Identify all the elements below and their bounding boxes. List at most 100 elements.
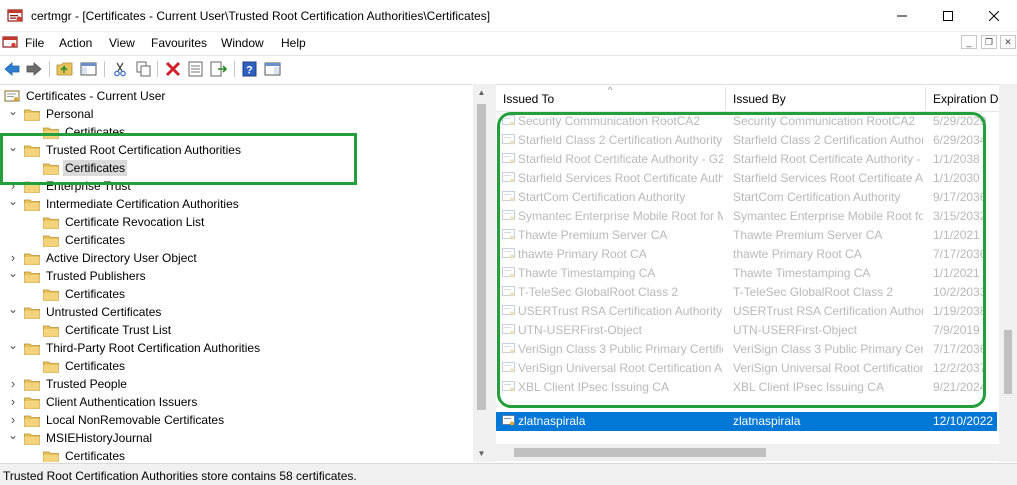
list-horizontal-scrollbar[interactable]	[496, 444, 999, 461]
tree-item[interactable]: › Active Directory User Object	[11, 249, 199, 267]
status-text: Trusted Root Certification Authorities s…	[3, 469, 357, 483]
chevron-right-icon[interactable]: ›	[8, 395, 18, 408]
title-bar: certmgr - [Certificates - Current User\T…	[0, 0, 1017, 32]
tree-item[interactable]: ⌄ Intermediate Certification Authorities	[8, 195, 241, 213]
list-row[interactable]: Symantec Enterprise Mobile Root for Micr…	[496, 207, 997, 226]
close-button[interactable]	[971, 0, 1017, 32]
tree-item[interactable]: Certificate Trust List	[43, 321, 173, 339]
export-list-icon[interactable]	[210, 60, 228, 78]
folder-icon	[24, 433, 40, 445]
show-hide-tree-icon[interactable]	[80, 60, 98, 78]
certmgr-app-icon	[7, 9, 23, 22]
menu-window[interactable]: Window	[221, 36, 264, 50]
cell-issued-to: T-TeleSec GlobalRoot Class 2	[518, 285, 679, 299]
tree-item[interactable]: Certificates	[43, 357, 127, 375]
menu-file[interactable]: File	[25, 36, 44, 50]
tree-item[interactable]: ⌄ Personal	[8, 105, 95, 123]
tree-root-label: Certificates - Current User	[26, 89, 166, 103]
list-row[interactable]: XBL Client IPsec Issuing CA XBL Client IP…	[496, 378, 997, 397]
list-row[interactable]: Starfield Class 2 Certification Authorit…	[496, 131, 997, 150]
list-row[interactable]: Thawte Premium Server CA Thawte Premium S…	[496, 226, 997, 245]
properties-icon[interactable]	[187, 60, 205, 78]
cell-issued-to: XBL Client IPsec Issuing CA	[518, 380, 669, 394]
list-row[interactable]: UTN-USERFirst-Object UTN-USERFirst-Object…	[496, 321, 997, 340]
up-folder-icon[interactable]	[56, 60, 74, 78]
chevron-down-icon[interactable]: ⌄	[8, 141, 18, 155]
chevron-right-icon[interactable]: ›	[8, 179, 18, 192]
cut-icon[interactable]	[111, 60, 129, 78]
mdi-minimize-button[interactable]: _	[961, 35, 977, 49]
tree-item[interactable]: ⌄ Trusted Publishers	[8, 267, 148, 285]
cell-issued-to: Starfield Services Root Certificate Auth…	[518, 171, 723, 185]
chevron-down-icon[interactable]: ⌄	[8, 267, 18, 281]
mdi-restore-button[interactable]: ❐	[981, 35, 997, 49]
list-row[interactable]: StartCom Certification Authority StartCom…	[496, 188, 997, 207]
menu-help[interactable]: Help	[281, 36, 306, 50]
tree-item[interactable]: ⌄ Third-Party Root Certification Authorit…	[8, 339, 262, 357]
menu-favourites[interactable]: Favourites	[151, 36, 207, 50]
list-row[interactable]: VeriSign Class 3 Public Primary Certific…	[496, 340, 997, 359]
tree-root[interactable]: Certificates - Current User	[4, 87, 167, 105]
menu-view[interactable]: View	[109, 36, 135, 50]
list-row[interactable]: Starfield Root Certificate Authority - G…	[496, 150, 997, 169]
folder-icon	[43, 127, 59, 139]
cell-expiration: 1/1/2038	[933, 152, 980, 166]
menu-bar: File Action View Favourites Window Help	[0, 32, 1017, 53]
list-hscroll-thumb[interactable]	[514, 448, 766, 457]
tree-item[interactable]: ⌄ Untrusted Certificates	[8, 303, 163, 321]
tree-item[interactable]: Certificates	[43, 447, 127, 462]
list-row[interactable]: thawte Primary Root CA thawte Primary Roo…	[496, 245, 997, 264]
scroll-down-icon[interactable]: ▼	[473, 445, 490, 462]
chevron-right-icon[interactable]: ›	[8, 251, 18, 264]
delete-icon[interactable]	[164, 60, 182, 78]
list-row[interactable]: Security Communication RootCA2 Security C…	[496, 112, 997, 131]
tree-item[interactable]: Certificates	[43, 123, 127, 141]
tree-item[interactable]: ⌄ Trusted Root Certification Authorities	[8, 141, 243, 159]
back-arrow-icon[interactable]	[3, 60, 21, 78]
copy-icon[interactable]	[134, 60, 152, 78]
tree-item-label: Client Authentication Issuers	[46, 395, 198, 409]
chevron-down-icon[interactable]: ⌄	[8, 105, 18, 119]
cell-issued-to: StartCom Certification Authority	[518, 190, 686, 204]
list-row[interactable]: zlatnaspirala zlatnaspirala 12/10/2022	[496, 412, 997, 431]
tree-item[interactable]: Certificates	[43, 285, 127, 303]
list-vertical-scrollbar[interactable]	[999, 84, 1017, 462]
certificate-icon	[502, 267, 515, 278]
scroll-up-icon[interactable]: ▲	[473, 84, 490, 101]
tree-item[interactable]: › Local NonRemovable Certificates	[11, 411, 226, 429]
tree-item[interactable]: › Client Authentication Issuers	[11, 393, 199, 411]
list-row[interactable]: VeriSign Universal Root Certification Au…	[496, 359, 997, 378]
menu-action[interactable]: Action	[59, 36, 92, 50]
list-row[interactable]: T-TeleSec GlobalRoot Class 2 T-TeleSec Gl…	[496, 283, 997, 302]
mdi-close-button[interactable]: ✕	[1000, 35, 1016, 49]
tree-item[interactable]: Certificate Revocation List	[43, 213, 206, 231]
chevron-right-icon[interactable]: ›	[8, 377, 18, 390]
chevron-right-icon[interactable]: ›	[8, 413, 18, 426]
forward-arrow-icon[interactable]	[25, 60, 43, 78]
tree-item[interactable]: › Trusted People	[11, 375, 129, 393]
tree-item-label: MSIEHistoryJournal	[46, 431, 153, 445]
column-issued-by[interactable]: Issued By	[726, 87, 926, 112]
tree-item[interactable]: Certificates	[43, 159, 128, 177]
maximize-button[interactable]	[925, 0, 971, 32]
list-vscroll-thumb[interactable]	[1004, 330, 1012, 394]
cell-expiration: 1/1/2021	[933, 266, 980, 280]
help-icon[interactable]: ?	[241, 60, 259, 78]
chevron-down-icon[interactable]: ⌄	[8, 429, 18, 443]
tree-vertical-scrollbar[interactable]: ▲ ▼	[473, 84, 490, 462]
tree-item-label: Certificate Revocation List	[65, 215, 205, 229]
tree-item[interactable]: ⌄ MSIEHistoryJournal	[8, 429, 154, 447]
list-row[interactable]: Starfield Services Root Certificate Auth…	[496, 169, 997, 188]
chevron-down-icon[interactable]: ⌄	[8, 303, 18, 317]
certificate-icon	[502, 381, 515, 392]
tree-item[interactable]: Certificates	[43, 231, 127, 249]
action-pane-icon[interactable]	[264, 60, 282, 78]
list-row[interactable]: USERTrust RSA Certification Authority USE…	[496, 302, 997, 321]
console-menu-icon[interactable]	[2, 34, 18, 50]
list-row[interactable]: Thawte Timestamping CA Thawte Timestampin…	[496, 264, 997, 283]
tree-scroll-thumb[interactable]	[477, 104, 486, 410]
chevron-down-icon[interactable]: ⌄	[8, 195, 18, 209]
chevron-down-icon[interactable]: ⌄	[8, 339, 18, 353]
minimize-button[interactable]	[879, 0, 925, 32]
tree-item[interactable]: › Enterprise Trust	[11, 177, 133, 195]
